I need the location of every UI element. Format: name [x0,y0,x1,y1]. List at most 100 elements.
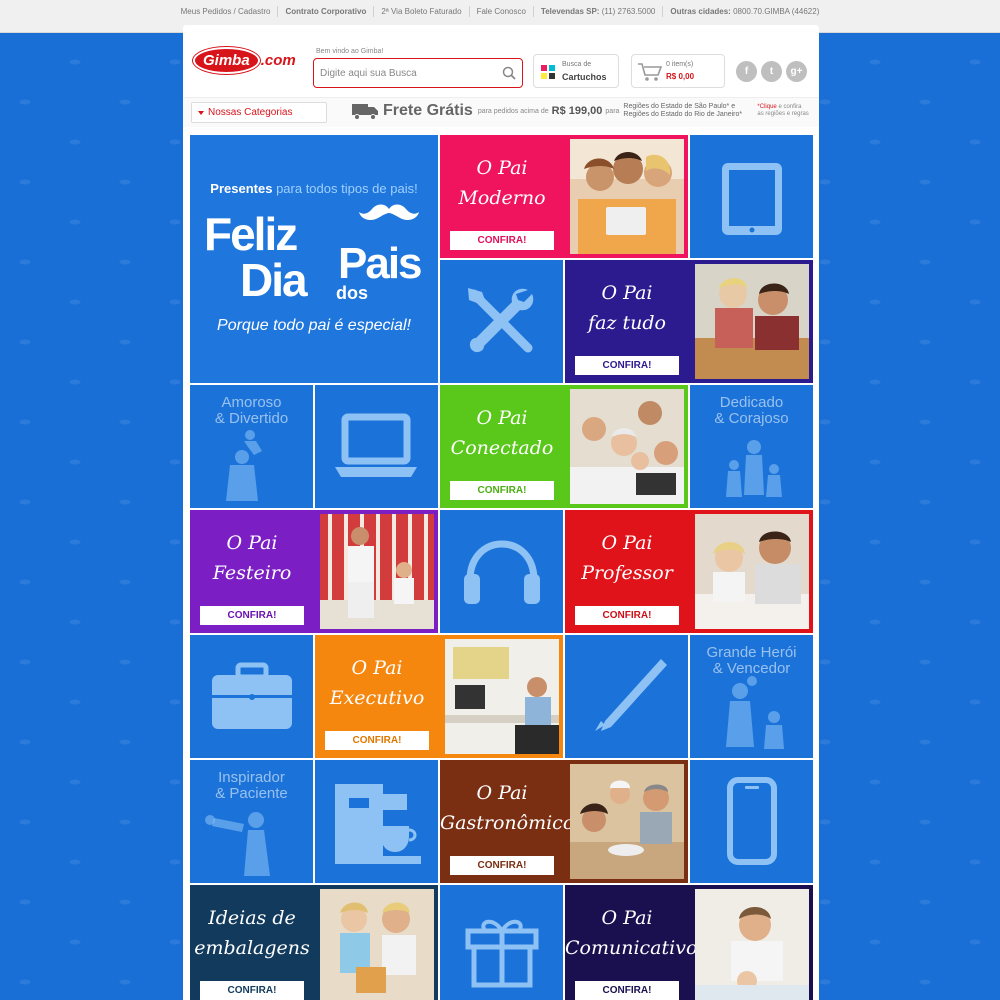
family-computer-photo [570,389,684,504]
header: Gimba .com Bem vindo ao Gimba! Busca de … [183,25,819,97]
region-rj: Regiões do Estado do Rio de Janeiro* [623,111,743,118]
search-input[interactable] [314,59,489,87]
sub-bar: Nossas Categorias Frete Grátis para pedi… [183,97,819,127]
topbar-outras-cidades: Outras cidades: 0800.70.GIMBA (44622) [670,7,820,16]
hero-pais: Pais [338,239,423,288]
father-lifting-child-icon [226,430,262,501]
tile-briefcase [190,635,313,758]
gift-icon [465,919,539,988]
frete-title: Frete Grátis [383,102,473,119]
children-gift-photo [320,889,434,1000]
cart-item-count: 0 item(s) [666,61,694,68]
frete-prefix: para pedidos acima de [477,107,549,115]
search-box [313,58,523,88]
confira-button[interactable]: CONFIRA! [575,606,679,625]
promo-line2: embalagens [194,937,310,959]
promo-pai-moderno[interactable]: O Pai Moderno CONFIRA! [440,135,688,258]
free-shipping-banner: Frete Grátis para pedidos acima de R$ 19… [351,101,809,121]
father-children-walking-icon [726,676,784,749]
hero-dos: dos [336,283,369,303]
topbar-link-fale-conosco[interactable]: Fale Conosco [470,6,534,17]
promo-line1: O Pai [476,407,528,429]
frete-regions: Regiões do Estado de São Paulo* e Regiõe… [623,103,751,119]
cart-button[interactable]: 0 item(s) R$ 0,00 [631,54,725,88]
confira-button[interactable]: CONFIRA! [450,231,554,250]
promo-line2: Professor [581,562,673,584]
hero-tagline: Porque todo pai é especial! [217,317,411,334]
twitter-icon[interactable]: t [761,61,782,82]
tile-pen [565,635,688,758]
cartridge-label-1: Busca de [562,61,592,68]
google-plus-icon[interactable]: g+ [786,61,807,82]
search-icon[interactable] [502,66,516,80]
hero-subtitle: Presentes para todos tipos de pais! [210,181,418,196]
logo-suffix: .com [260,51,296,69]
promo-line2: Festeiro [212,562,292,584]
social-links: f t g+ [736,61,807,82]
tile-dedicado: Dedicado & Corajoso [690,385,813,508]
promo-line2: Conectado [450,437,554,459]
topbar-link-boleto[interactable]: 2ª Via Boleto Faturado [374,6,470,17]
categories-dropdown[interactable]: Nossas Categorias [191,102,327,123]
cart-total: R$ 0,00 [666,72,695,81]
promo-line2: Gastronômico [440,812,575,834]
tile-coffee [315,760,438,883]
topbar-televendas: Televendas SP: (11) 2763.5000 [534,6,664,17]
promo-pai-gastronomico[interactable]: O Pai Gastronômico CONFIRA! [440,760,688,883]
tile-tablet [690,135,813,258]
promo-ideias-embalagens[interactable]: Ideias de embalagens CONFIRA! [190,885,438,1000]
promo-line1: O Pai [351,657,403,679]
promo-line1: O Pai [601,532,653,554]
tools-icon [468,288,534,353]
father-office-photo [445,639,559,754]
promo-line1: Ideias de [208,907,296,929]
shopping-cart-icon [638,63,663,81]
family-tablet-photo [570,139,684,254]
topbar-link-contrato[interactable]: Contrato Corporativo [278,6,375,17]
confira-button[interactable]: CONFIRA! [450,856,554,875]
confira-button[interactable]: CONFIRA! [575,356,679,375]
tile-gift [440,885,563,1000]
promo-line2: Comunicativo [565,937,698,959]
promo-pai-faz-tudo[interactable]: O Pai faz tudo CONFIRA! [565,260,813,383]
confira-button[interactable]: CONFIRA! [200,606,304,625]
promo-line2: faz tudo [588,312,666,334]
promo-pai-conectado[interactable]: O Pai Conectado CONFIRA! [440,385,688,508]
tile-amoroso: Amoroso & Divertido [190,385,313,508]
tile-inspirador: Inspirador & Paciente [190,760,313,883]
frete-suffix: para [605,107,620,115]
promo-line2: Executivo [329,687,425,709]
promo-line1: O Pai [226,532,278,554]
tile-heroi: Grande Herói & Vencedor [690,635,813,758]
frete-note[interactable]: *Clique e confira as regiões e regras [757,104,809,118]
tablet-icon [722,163,782,235]
confira-button[interactable]: CONFIRA! [450,481,554,500]
confira-button[interactable]: CONFIRA! [575,981,679,1000]
father-son-woodwork-photo [695,264,809,379]
facebook-icon[interactable]: f [736,61,757,82]
family-cooking-photo [570,764,684,879]
pen-icon [595,659,667,731]
confira-button[interactable]: CONFIRA! [200,981,304,1000]
promo-pai-festeiro[interactable]: O Pai Festeiro CONFIRA! [190,510,438,633]
confira-button[interactable]: CONFIRA! [325,731,429,750]
father-son-dancing-photo [320,514,434,629]
topbar-link-pedidos[interactable]: Meus Pedidos / Cadastro [174,6,279,17]
tile-tools [440,260,563,383]
welcome-text: Bem vindo ao Gimba! [316,48,384,55]
promo-pai-professor[interactable]: O Pai Professor CONFIRA! [565,510,813,633]
cartridge-search-button[interactable]: Busca de Cartuchos [533,54,619,88]
categories-label: Nossas Categorias [208,107,293,118]
gimba-logo[interactable]: Gimba .com [193,45,297,75]
hero-banner: Presentes para todos tipos de pais! Feli… [190,135,438,383]
logo-mark: Gimba [193,46,260,74]
promo-pai-executivo[interactable]: O Pai Executivo CONFIRA! [315,635,563,758]
tile-smartphone [690,760,813,883]
frete-value: R$ 199,00 [551,105,603,117]
promo-pai-comunicativo[interactable]: O Pai Comunicativo CONFIRA! [565,885,813,1000]
note-link[interactable]: *Clique [757,104,776,110]
cartridge-label-2: Cartuchos [562,72,607,82]
cartridge-icon [541,65,555,79]
tile-laptop [315,385,438,508]
father-children-icon [726,440,782,497]
